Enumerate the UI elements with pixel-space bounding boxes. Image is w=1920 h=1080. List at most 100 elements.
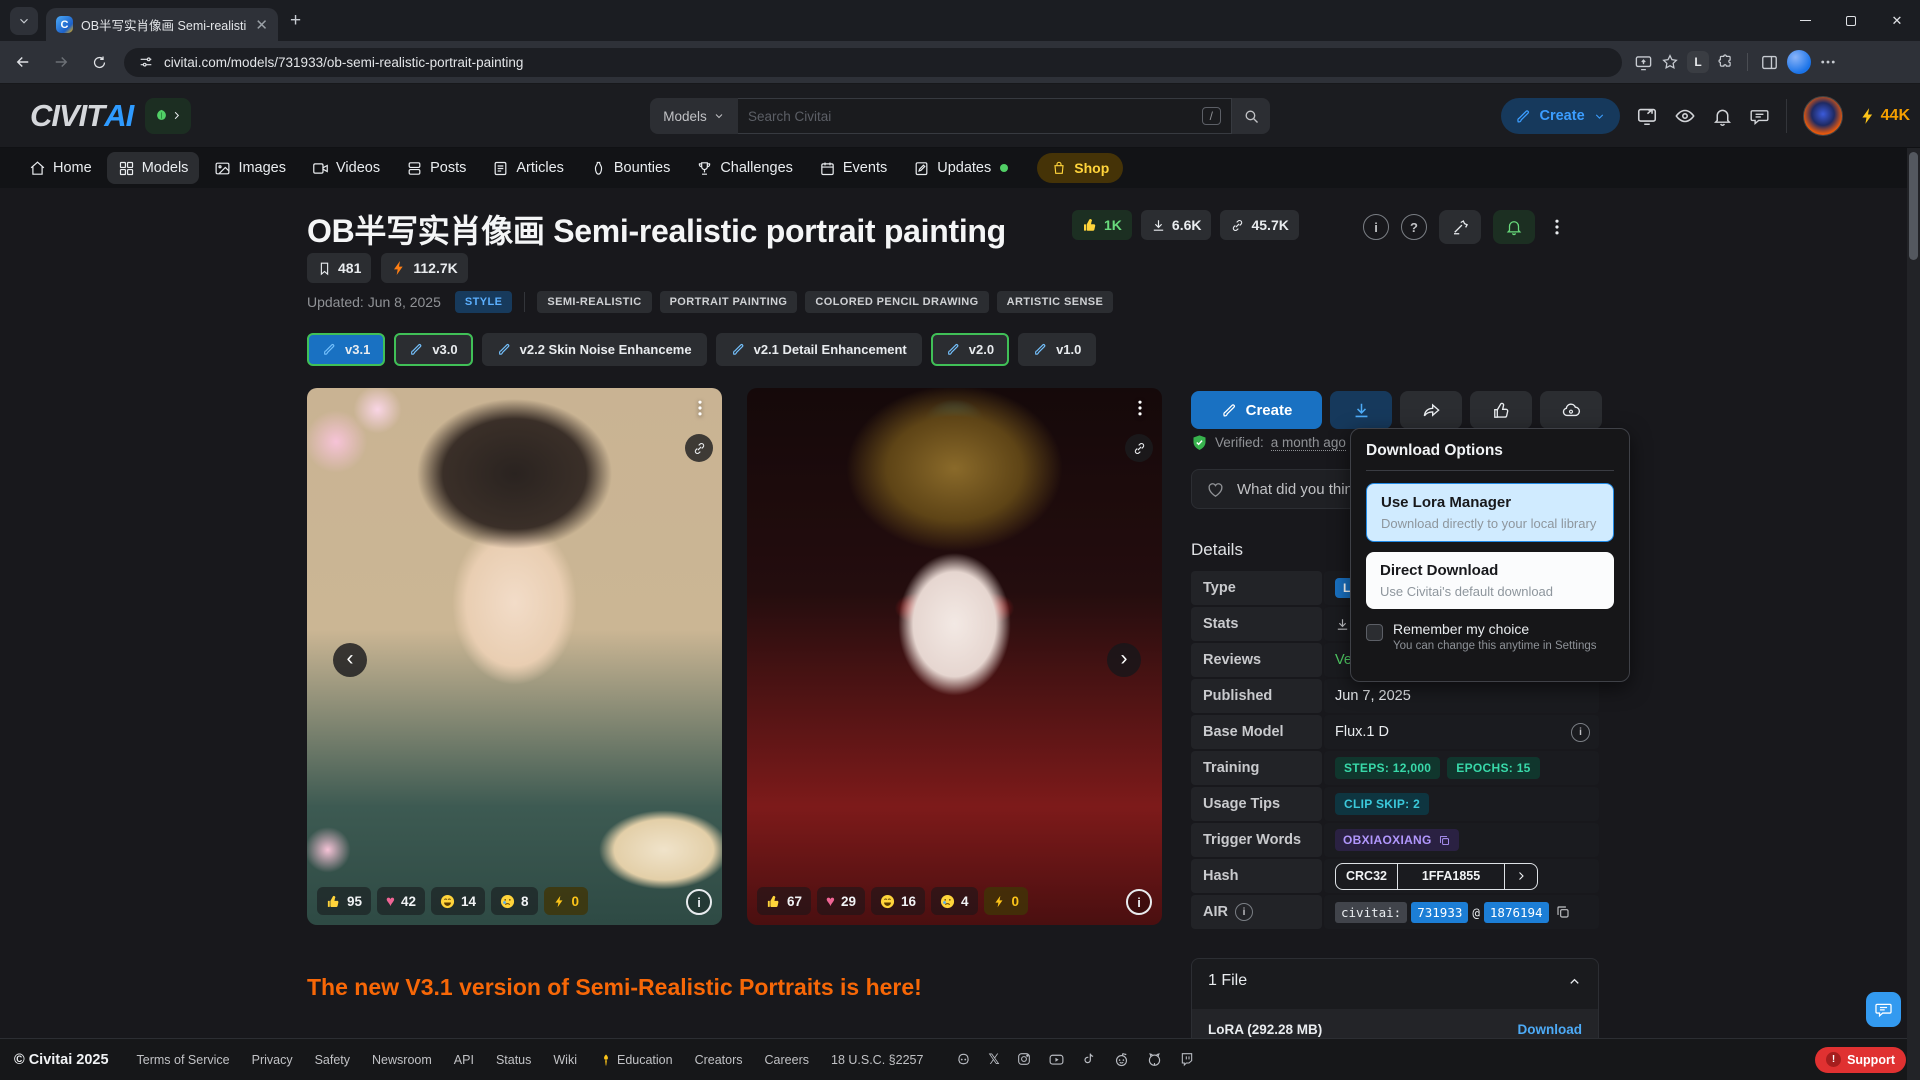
version-v2-1[interactable]: v2.1 Detail Enhancement: [716, 333, 922, 366]
carousel-prev-button[interactable]: ‹: [333, 643, 367, 677]
share-button[interactable]: [1400, 391, 1462, 429]
air-info-icon[interactable]: i: [1235, 903, 1253, 921]
forward-button[interactable]: [46, 47, 76, 77]
extension-l-badge[interactable]: L: [1687, 51, 1709, 73]
footer-link-privacy[interactable]: Privacy: [252, 1053, 293, 1067]
search-input[interactable]: Search Civitai /: [738, 98, 1232, 134]
usage-badge[interactable]: 45.7K: [1220, 210, 1298, 240]
model-image-2[interactable]: 67 ♥29 16 4 0 i: [747, 388, 1162, 925]
reaction-cry[interactable]: 8: [491, 887, 538, 915]
footer-link-creators[interactable]: Creators: [695, 1053, 743, 1067]
remember-checkbox[interactable]: [1366, 624, 1383, 641]
search-category-select[interactable]: Models: [650, 98, 738, 134]
image-link-icon[interactable]: [1125, 434, 1153, 462]
instagram-icon[interactable]: [1016, 1051, 1032, 1067]
user-avatar[interactable]: [1803, 96, 1843, 136]
footer-link-education[interactable]: Education: [599, 1053, 673, 1067]
search-submit-button[interactable]: [1232, 98, 1270, 134]
nav-item-events[interactable]: Events: [808, 152, 898, 184]
reaction-heart[interactable]: ♥29: [817, 887, 865, 915]
version-v2-0[interactable]: v2.0: [931, 333, 1009, 366]
reddit-icon[interactable]: [1113, 1051, 1130, 1068]
image-menu-icon[interactable]: [1130, 398, 1150, 418]
messages-chat-icon[interactable]: [1749, 106, 1770, 127]
base-model-info-icon[interactable]: i: [1571, 723, 1590, 742]
hash-widget[interactable]: CRC32 1FFA1855: [1335, 863, 1538, 890]
tag-artistic-sense[interactable]: ARTISTIC SENSE: [997, 291, 1114, 313]
air-model-id[interactable]: 731933: [1411, 902, 1468, 923]
support-button[interactable]: ! Support: [1815, 1047, 1906, 1073]
twitch-icon[interactable]: [1179, 1051, 1195, 1067]
extensions-puzzle-icon[interactable]: [1717, 53, 1735, 71]
file-download-link[interactable]: Download: [1518, 1022, 1583, 1037]
browser-profile-avatar[interactable]: [1787, 50, 1811, 74]
side-panel-icon[interactable]: [1760, 53, 1779, 72]
follow-notifications-button[interactable]: [1493, 210, 1535, 244]
address-bar[interactable]: civitai.com/models/731933/ob-semi-realis…: [124, 48, 1622, 77]
model-image-1[interactable]: 95 ♥42 14 8 0 i: [307, 388, 722, 925]
scrollbar-thumb[interactable]: [1909, 152, 1918, 260]
tiktok-icon[interactable]: [1081, 1051, 1097, 1067]
reaction-laugh[interactable]: 14: [431, 887, 485, 915]
green-supporter-badge[interactable]: [145, 98, 191, 134]
nav-item-images[interactable]: Images: [203, 152, 297, 184]
copy-icon[interactable]: [1438, 834, 1451, 847]
header-create-button[interactable]: Create: [1501, 98, 1620, 134]
nav-item-challenges[interactable]: Challenges: [685, 152, 804, 184]
create-with-model-button[interactable]: Create: [1191, 391, 1322, 429]
download-button[interactable]: [1330, 391, 1392, 429]
tag-semi-realistic[interactable]: SEMI-REALISTIC: [537, 291, 651, 313]
footer-link-api[interactable]: API: [454, 1053, 474, 1067]
browser-menu-icon[interactable]: [1819, 53, 1837, 71]
maximize-button[interactable]: [1828, 0, 1874, 41]
reaction-heart[interactable]: ♥42: [377, 887, 425, 915]
footer-link-wiki[interactable]: Wiki: [553, 1053, 577, 1067]
image-menu-icon[interactable]: [690, 398, 710, 418]
bookmark-star-icon[interactable]: [1661, 53, 1679, 71]
footer-link-newsroom[interactable]: Newsroom: [372, 1053, 432, 1067]
kebab-menu-icon[interactable]: [1547, 217, 1567, 237]
x-twitter-icon[interactable]: 𝕏: [988, 1051, 999, 1068]
footer-link-safety[interactable]: Safety: [315, 1053, 350, 1067]
chevron-up-icon[interactable]: [1567, 974, 1582, 989]
page-scrollbar[interactable]: [1907, 148, 1920, 1080]
footer-link-2257[interactable]: 18 U.S.C. §2257: [831, 1053, 923, 1067]
buzz-tip-badge[interactable]: 112.7K: [381, 253, 467, 283]
reaction-laugh[interactable]: 16: [871, 887, 925, 915]
mod-actions-button[interactable]: [1439, 210, 1481, 244]
nav-item-updates[interactable]: Updates: [902, 152, 1019, 184]
tab-close-icon[interactable]: ✕: [255, 16, 268, 34]
back-button[interactable]: [8, 47, 38, 77]
reaction-like[interactable]: 67: [757, 887, 811, 915]
discord-icon[interactable]: [955, 1051, 972, 1068]
reaction-zap[interactable]: 0: [544, 887, 589, 915]
vault-button[interactable]: [1540, 391, 1602, 429]
notifications-bell-icon[interactable]: [1712, 106, 1733, 127]
files-header[interactable]: 1 File: [1192, 959, 1598, 1003]
footer-link-status[interactable]: Status: [496, 1053, 531, 1067]
version-v3-0[interactable]: v3.0: [394, 333, 472, 366]
copy-icon[interactable]: [1555, 904, 1571, 920]
nav-item-home[interactable]: Home: [18, 152, 103, 184]
version-v1-0[interactable]: v1.0: [1018, 333, 1096, 366]
footer-link-careers[interactable]: Careers: [765, 1053, 809, 1067]
generation-monitor-icon[interactable]: [1636, 105, 1658, 127]
nav-item-videos[interactable]: Videos: [301, 152, 391, 184]
option-use-lora-manager[interactable]: Use Lora Manager Download directly to yo…: [1366, 483, 1614, 542]
version-v2-2[interactable]: v2.2 Skin Noise Enhanceme: [482, 333, 707, 366]
browsing-level-eye-icon[interactable]: [1674, 105, 1696, 127]
nav-item-models[interactable]: Models: [107, 152, 200, 184]
tab-search-button[interactable]: [10, 7, 38, 35]
reaction-cry[interactable]: 4: [931, 887, 978, 915]
close-window-button[interactable]: ✕: [1874, 0, 1920, 41]
likes-badge[interactable]: 1K: [1072, 210, 1132, 240]
like-button[interactable]: [1470, 391, 1532, 429]
civitai-logo[interactable]: CIVITAI: [30, 98, 133, 134]
help-icon[interactable]: ?: [1401, 214, 1427, 240]
info-icon[interactable]: i: [1363, 214, 1389, 240]
minimize-button[interactable]: [1782, 0, 1828, 41]
new-tab-button[interactable]: +: [290, 10, 301, 32]
youtube-icon[interactable]: [1048, 1051, 1065, 1068]
verified-time[interactable]: a month ago: [1271, 435, 1346, 451]
nav-item-articles[interactable]: Articles: [481, 152, 575, 184]
